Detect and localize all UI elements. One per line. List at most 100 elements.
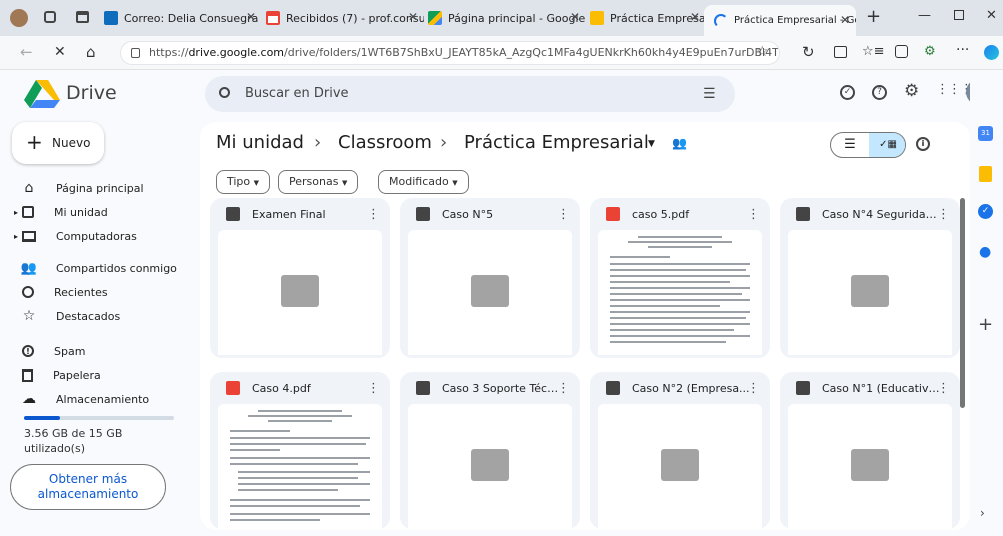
favorite-star-icon[interactable]: ☆ — [756, 44, 769, 60]
file-name: Examen Final — [252, 207, 326, 221]
sidebar-item-starred[interactable]: ☆ Destacados — [16, 304, 121, 328]
breadcrumb-separator: › — [440, 132, 448, 153]
extension-icon[interactable]: ⚙ — [924, 44, 936, 59]
close-tab-icon[interactable]: ✕ — [570, 10, 580, 24]
file-card[interactable]: Caso N°4 Seguridad... ⋮ — [780, 198, 960, 358]
file-card[interactable]: Caso 4.pdf ⋮ — [210, 372, 390, 529]
expand-arrow-icon[interactable]: ▸ — [14, 208, 18, 217]
tab-label: Práctica Empresarial - Goo — [734, 15, 856, 26]
sidebar-item-computers[interactable]: ▸ Computadoras — [14, 224, 137, 248]
profile-icon[interactable] — [10, 9, 28, 27]
collapse-panel-icon[interactable]: › — [980, 506, 985, 520]
breadcrumb-current-folder[interactable]: Práctica Empresarial — [464, 132, 649, 153]
calendar-icon[interactable]: 31 — [978, 126, 993, 141]
sidebar-item-recent[interactable]: Recientes — [16, 280, 108, 304]
file-card-header: Caso 3 Soporte Técnico ⋮ — [400, 372, 580, 404]
filter-type-chip[interactable]: Tipo ▼ — [216, 170, 271, 194]
classroom-icon — [590, 11, 604, 25]
more-options-icon[interactable]: ⋮ — [367, 207, 380, 222]
split-screen-icon[interactable] — [834, 46, 847, 58]
close-window-icon[interactable]: ✕ — [986, 8, 997, 23]
file-card[interactable]: Caso N°2 (Empresa... ⋮ — [590, 372, 770, 529]
more-options-icon[interactable]: ⋮ — [557, 207, 570, 222]
drive-logo-icon[interactable] — [24, 80, 60, 108]
folder-icon — [796, 381, 810, 395]
close-tab-icon[interactable]: ✕ — [246, 10, 256, 24]
browser-tab-gmail[interactable]: Recibidos (7) - prof.consue ✕ — [266, 5, 424, 31]
chip-label: Personas — [289, 175, 339, 188]
more-options-icon[interactable]: ⋮ — [937, 207, 950, 222]
file-card[interactable]: Caso N°1 (Educativo... ⋮ — [780, 372, 960, 529]
get-more-storage-button[interactable]: Obtener más almacenamiento — [10, 464, 166, 510]
tab-label: Recibidos (7) - prof.consue — [286, 11, 424, 25]
sidebar-item-trash[interactable]: Papelera — [16, 363, 101, 387]
info-icon[interactable]: i — [916, 137, 930, 151]
breadcrumb-my-drive[interactable]: Mi unidad — [216, 132, 304, 153]
maximize-icon[interactable] — [954, 10, 964, 20]
tab-actions-icon[interactable] — [76, 11, 89, 23]
more-options-icon[interactable]: ⋮ — [557, 381, 570, 396]
new-button[interactable]: + Nuevo — [12, 122, 104, 164]
app-name[interactable]: Drive — [66, 82, 117, 104]
list-view-button[interactable]: ☰ — [831, 133, 869, 157]
url-prefix: https:// — [149, 46, 189, 59]
keep-icon[interactable] — [979, 166, 992, 182]
address-input[interactable]: https://drive.google.com/drive/folders/1… — [120, 41, 780, 65]
browser-tab-active[interactable]: Práctica Empresarial - Goo ✕ — [704, 5, 856, 36]
folder-preview — [408, 230, 572, 355]
file-card[interactable]: caso 5.pdf ⋮ — [590, 198, 770, 358]
offline-ready-icon[interactable]: ✓ — [840, 85, 855, 100]
sidebar-item-storage[interactable]: ☁ Almacenamiento — [16, 387, 149, 411]
favorites-icon[interactable]: ☆≡ — [862, 44, 885, 59]
folder-preview — [408, 404, 572, 529]
close-tab-icon[interactable]: ✕ — [690, 10, 700, 24]
stop-icon[interactable]: ✕ — [54, 44, 66, 60]
close-tab-icon[interactable]: ✕ — [840, 13, 850, 27]
minimize-icon[interactable]: — — [918, 8, 931, 23]
more-options-icon[interactable]: ⋮ — [747, 207, 760, 222]
back-icon[interactable]: ← — [20, 43, 33, 61]
sidebar-item-home[interactable]: ⌂ Página principal — [16, 176, 144, 200]
file-card[interactable]: Caso N°5 ⋮ — [400, 198, 580, 358]
new-tab-button[interactable]: + — [866, 6, 881, 27]
sidebar-item-my-drive[interactable]: ▸ Mi unidad — [14, 200, 108, 224]
refresh-icon[interactable]: ↻ — [802, 43, 815, 61]
shared-folder-icon[interactable]: 👥 — [672, 136, 687, 150]
clock-icon — [22, 286, 34, 298]
browser-tab-drive-home[interactable]: Página principal - Google ✕ — [428, 5, 586, 31]
address-bar-row: ← ✕ ⌂ https://drive.google.com/drive/fol… — [0, 36, 1003, 70]
search-options-icon[interactable]: ☰ — [703, 76, 716, 112]
help-icon[interactable]: ? — [872, 85, 887, 100]
close-tab-icon[interactable]: ✕ — [408, 10, 418, 24]
settings-icon[interactable]: ⚙ — [904, 81, 919, 101]
browser-tab-outlook[interactable]: Correo: Delia Consuegra - ✕ — [104, 5, 262, 31]
contacts-icon[interactable]: ● — [979, 244, 991, 260]
copilot-icon[interactable] — [984, 45, 999, 60]
collections-bar-icon[interactable] — [895, 45, 908, 58]
file-card[interactable]: Caso 3 Soporte Técnico ⋮ — [400, 372, 580, 529]
grid-view-button[interactable]: ✓▦ — [869, 133, 905, 157]
collections-icon[interactable] — [44, 11, 56, 23]
expand-arrow-icon[interactable]: ▸ — [14, 232, 18, 241]
home-browser-icon[interactable]: ⌂ — [86, 43, 96, 61]
file-name: Caso 3 Soporte Técnico — [442, 381, 560, 395]
chip-label: Modificado — [389, 175, 449, 188]
scrollbar-thumb[interactable] — [960, 198, 965, 408]
filter-people-chip[interactable]: Personas ▼ — [278, 170, 359, 194]
more-options-icon[interactable]: ⋮ — [367, 381, 380, 396]
tasks-icon[interactable]: ✓ — [978, 204, 993, 219]
sidebar-item-spam[interactable]: ! Spam — [16, 339, 85, 363]
sidebar-item-shared[interactable]: 👥 Compartidos conmigo — [16, 256, 177, 280]
breadcrumb-classroom[interactable]: Classroom — [338, 132, 432, 153]
search-input[interactable]: Buscar en Drive ☰ — [205, 76, 735, 112]
file-card[interactable]: Examen Final ⋮ — [210, 198, 390, 358]
more-browser-icon[interactable]: ··· — [956, 42, 969, 58]
file-name: Caso 4.pdf — [252, 381, 311, 395]
more-options-icon[interactable]: ⋮ — [747, 381, 760, 396]
folder-menu-chevron-icon[interactable]: ▼ — [648, 139, 655, 149]
search-icon[interactable] — [219, 87, 230, 98]
file-name: Caso N°5 — [442, 207, 494, 221]
more-options-icon[interactable]: ⋮ — [937, 381, 950, 396]
add-addon-icon[interactable]: + — [978, 314, 993, 335]
filter-modified-chip[interactable]: Modificado ▼ — [378, 170, 469, 194]
